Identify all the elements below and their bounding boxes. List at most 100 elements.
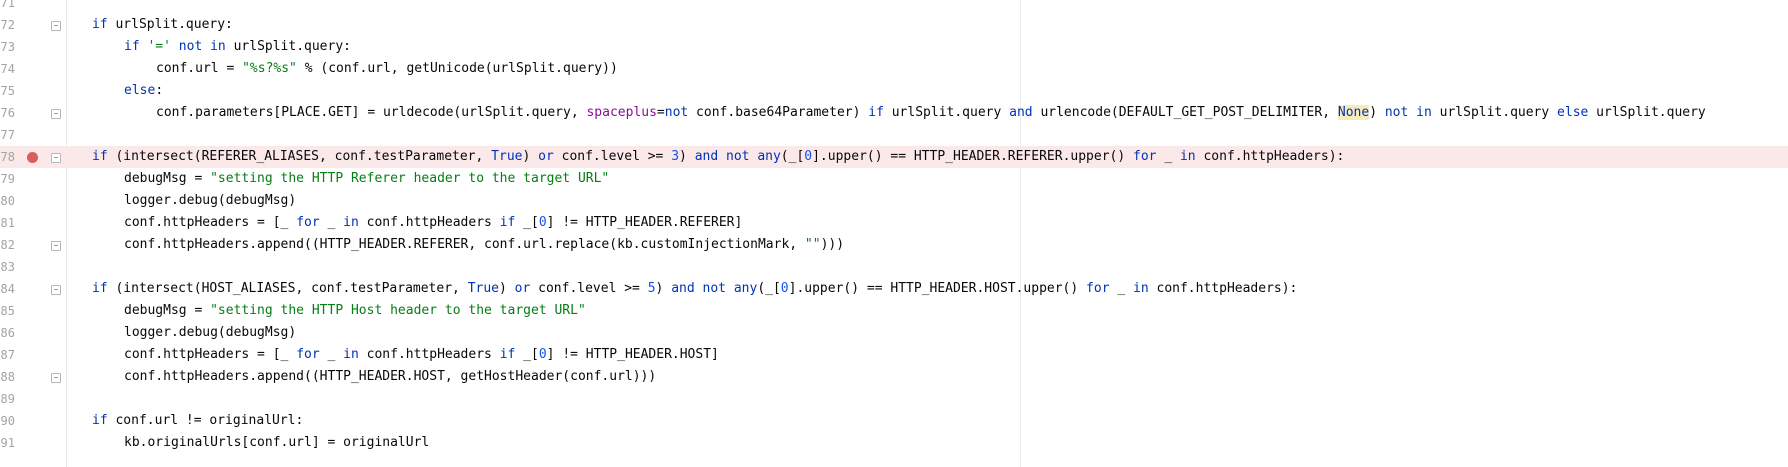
code-token: and not bbox=[694, 149, 750, 164]
code-text[interactable]: conf.httpHeaders = [_ for _ in conf.http… bbox=[124, 344, 719, 366]
code-token: : bbox=[155, 83, 164, 98]
code-text[interactable]: conf.parameters[PLACE.GET] = urldecode(u… bbox=[156, 102, 1706, 124]
code-line[interactable]: 79 debugMsg = "setting the HTTP Referer h… bbox=[0, 168, 1788, 190]
code-token: conf.httpHeaders bbox=[358, 347, 500, 362]
line-number[interactable]: 75 bbox=[0, 80, 15, 102]
code-token: conf.level >= bbox=[530, 281, 648, 296]
code-token: True bbox=[467, 281, 499, 296]
code-token: in bbox=[1133, 281, 1149, 296]
code-line[interactable]: 85 debugMsg = "setting the HTTP Host head… bbox=[0, 300, 1788, 322]
line-number[interactable]: 76 bbox=[0, 102, 15, 124]
code-text[interactable]: debugMsg = "setting the HTTP Referer hea… bbox=[124, 168, 609, 190]
line-number[interactable]: 71 bbox=[0, 0, 15, 14]
code-text[interactable]: if urlSplit.query: bbox=[92, 14, 233, 36]
code-token: conf.httpHeaders): bbox=[1195, 149, 1345, 164]
code-token: not bbox=[664, 105, 689, 120]
code-line[interactable]: 77 bbox=[0, 124, 1788, 146]
code-line[interactable]: 72 if urlSplit.query: bbox=[0, 14, 1788, 36]
code-token: "" bbox=[804, 237, 821, 252]
line-number[interactable]: 72 bbox=[0, 14, 15, 36]
line-number[interactable]: 73 bbox=[0, 36, 15, 58]
code-token: % (conf.url, getUnicode(urlSplit.query)) bbox=[296, 61, 618, 76]
line-number[interactable]: 89 bbox=[0, 388, 15, 410]
code-line[interactable]: 71 bbox=[0, 0, 1788, 14]
code-line[interactable]: 84 if (intersect(HOST_ALIASES, conf.testP… bbox=[0, 278, 1788, 300]
code-text[interactable]: if conf.url != originalUrl: bbox=[92, 410, 303, 432]
line-number[interactable]: 82 bbox=[0, 234, 15, 256]
line-number[interactable]: 80 bbox=[0, 190, 15, 212]
code-text[interactable]: debugMsg = "setting the HTTP Host header… bbox=[124, 300, 586, 322]
line-number[interactable]: 74 bbox=[0, 58, 15, 80]
line-number[interactable]: 91 bbox=[0, 432, 15, 454]
code-text[interactable]: conf.url = "%s?%s" % (conf.url, getUnico… bbox=[156, 58, 618, 80]
code-token: ) bbox=[1369, 105, 1385, 120]
code-text[interactable]: else: bbox=[124, 80, 163, 102]
line-number[interactable]: 79 bbox=[0, 168, 15, 190]
code-text[interactable]: conf.httpHeaders.append((HTTP_HEADER.HOS… bbox=[124, 366, 656, 388]
code-line[interactable]: 86 logger.debug(debugMsg) bbox=[0, 322, 1788, 344]
code-token: "setting the HTTP Referer header to the … bbox=[210, 171, 610, 186]
code-token: any bbox=[733, 281, 758, 296]
code-line[interactable]: 81 conf.httpHeaders = [_ for _ in conf.ht… bbox=[0, 212, 1788, 234]
fold-toggle-icon[interactable] bbox=[51, 153, 61, 163]
code-token: _ bbox=[1156, 149, 1180, 164]
code-line[interactable]: 73 if '=' not in urlSplit.query: bbox=[0, 36, 1788, 58]
code-token: 0 bbox=[538, 347, 547, 362]
code-token: ].upper() == HTTP_HEADER.REFERER.upper() bbox=[812, 149, 1134, 164]
line-number[interactable]: 81 bbox=[0, 212, 15, 234]
line-number[interactable]: 84 bbox=[0, 278, 15, 300]
code-text[interactable]: kb.originalUrls[conf.url] = originalUrl bbox=[124, 432, 429, 454]
code-line[interactable]: 76 conf.parameters[PLACE.GET] = urldecode… bbox=[0, 102, 1788, 124]
fold-toggle-icon[interactable] bbox=[51, 373, 61, 383]
code-line[interactable]: 89 bbox=[0, 388, 1788, 410]
fold-toggle-icon[interactable] bbox=[51, 109, 61, 119]
line-number[interactable]: 88 bbox=[0, 366, 15, 388]
code-line[interactable]: 83 bbox=[0, 256, 1788, 278]
code-token: urlSplit.query bbox=[1431, 105, 1558, 120]
code-token: in bbox=[1179, 149, 1196, 164]
code-token: conf.httpHeaders.append((HTTP_HEADER.HOS… bbox=[124, 369, 657, 384]
code-line[interactable]: 82 conf.httpHeaders.append((HTTP_HEADER.R… bbox=[0, 234, 1788, 256]
line-number[interactable]: 87 bbox=[0, 344, 15, 366]
line-number[interactable]: 83 bbox=[0, 256, 15, 278]
code-line[interactable]: 87 conf.httpHeaders = [_ for _ in conf.ht… bbox=[0, 344, 1788, 366]
fold-toggle-icon[interactable] bbox=[51, 285, 61, 295]
code-token: 0 bbox=[538, 215, 547, 230]
code-text[interactable]: if (intersect(HOST_ALIASES, conf.testPar… bbox=[92, 278, 1297, 300]
code-token: if bbox=[124, 39, 140, 54]
code-token: "%s?%s" bbox=[242, 61, 297, 76]
code-text[interactable]: logger.debug(debugMsg) bbox=[124, 322, 296, 344]
code-token: else bbox=[124, 83, 156, 98]
line-number[interactable]: 86 bbox=[0, 322, 15, 344]
code-token: any bbox=[757, 149, 781, 164]
code-token: if bbox=[92, 413, 108, 428]
code-text[interactable]: if (intersect(REFERER_ALIASES, conf.test… bbox=[92, 146, 1344, 168]
code-text[interactable]: conf.httpHeaders = [_ for _ in conf.http… bbox=[124, 212, 742, 234]
fold-toggle-icon[interactable] bbox=[51, 241, 61, 251]
code-token: spaceplus bbox=[586, 105, 657, 120]
line-number[interactable]: 85 bbox=[0, 300, 15, 322]
code-token: conf.httpHeaders bbox=[358, 215, 500, 230]
fold-toggle-icon[interactable] bbox=[51, 21, 61, 31]
code-token: "setting the HTTP Host header to the tar… bbox=[210, 303, 586, 318]
code-token: for bbox=[296, 347, 320, 362]
code-text[interactable]: conf.httpHeaders.append((HTTP_HEADER.REF… bbox=[124, 234, 844, 256]
code-token: conf.level >= bbox=[553, 149, 672, 164]
code-token: conf.httpHeaders): bbox=[1148, 281, 1298, 296]
code-line[interactable]: 75 else: bbox=[0, 80, 1788, 102]
line-number[interactable]: 90 bbox=[0, 410, 15, 432]
code-text[interactable]: logger.debug(debugMsg) bbox=[124, 190, 296, 212]
line-number[interactable]: 77 bbox=[0, 124, 15, 146]
line-number[interactable]: 78 bbox=[0, 146, 15, 168]
code-text[interactable]: if '=' not in urlSplit.query: bbox=[124, 36, 351, 58]
code-line[interactable]: 88 conf.httpHeaders.append((HTTP_HEADER.H… bbox=[0, 366, 1788, 388]
code-line[interactable]: 78 if (intersect(REFERER_ALIASES, conf.te… bbox=[0, 146, 1788, 168]
code-line[interactable]: 74 conf.url = "%s?%s" % (conf.url, getUni… bbox=[0, 58, 1788, 80]
code-token: ].upper() == HTTP_HEADER.HOST.upper() bbox=[788, 281, 1087, 296]
code-line[interactable]: 90 if conf.url != originalUrl: bbox=[0, 410, 1788, 432]
code-line[interactable]: 91 kb.originalUrls[conf.url] = originalUr… bbox=[0, 432, 1788, 454]
breakpoint-icon[interactable] bbox=[27, 152, 38, 163]
code-line[interactable]: 80 logger.debug(debugMsg) bbox=[0, 190, 1788, 212]
code-token: if bbox=[499, 347, 516, 362]
code-token: _ bbox=[319, 215, 344, 230]
